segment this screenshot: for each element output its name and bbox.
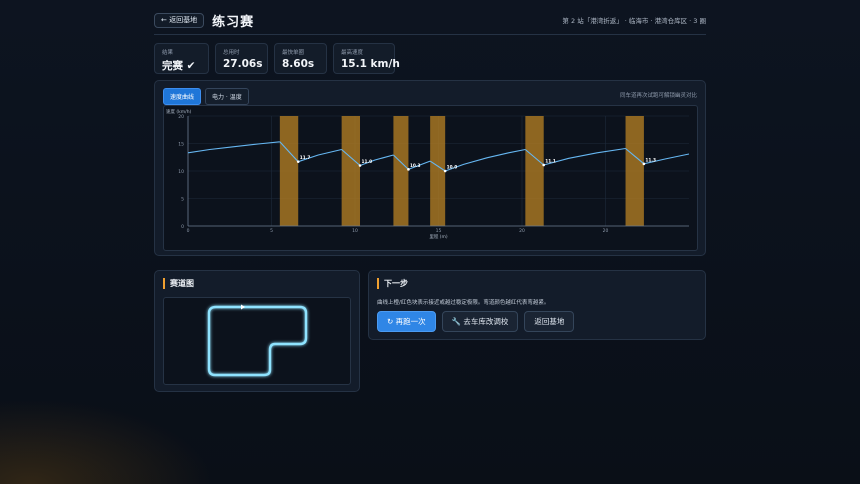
- chart-panel: 速度曲线 电力 · 温度 同车道再次试跑可解锁幽灵对比 0 5 10 15 20 0 5 10…: [154, 80, 706, 256]
- stat-result: 结果 完赛 ✔: [154, 43, 209, 74]
- page-title: 练习赛: [212, 14, 255, 30]
- speed-chart-svg: 051015200 5 10 15 20 20速度 (km/h)里程 (m)11.711.…: [166, 108, 690, 240]
- stat-total-time: 总用时 27.06s: [215, 43, 268, 74]
- stat-value: 完赛 ✔: [162, 60, 196, 72]
- x-tick-label: 0: [187, 228, 190, 234]
- x-tick-label: 10: [352, 228, 358, 234]
- next-step-title: 下一步: [377, 278, 408, 289]
- instability-band: [393, 116, 409, 226]
- min-speed-label: 11.3: [645, 157, 656, 163]
- page-header: ← 返回基地 练习赛 第 2 站「港湾折返」 · 临海市 · 港湾仓库区 · 3…: [154, 10, 706, 30]
- go-to-garage-button[interactable]: 🔧 去车库改调校: [441, 311, 519, 332]
- track-panel-title: 赛道图: [163, 278, 194, 289]
- next-step-description: 曲线上橙/红色块表示接近或越过稳定极限。弯道颜色越红代表弯越紧。: [377, 300, 550, 306]
- stats-row: 结果 完赛 ✔ 总用时 27.06s 最快单圈 8.60s 最高速度 15.1 …: [154, 43, 706, 74]
- speed-line-segment: [543, 147, 626, 166]
- min-speed-label: 11.0: [362, 159, 373, 165]
- next-step-actions: ↻ 再跑一次 🔧 去车库改调校 返回基地: [377, 311, 575, 332]
- stat-top-speed: 最高速度 15.1 km/h: [333, 43, 400, 74]
- stat-label: 结果: [162, 50, 174, 56]
- retry-button[interactable]: ↻ 再跑一次: [377, 311, 436, 332]
- track-outline: [207, 305, 308, 377]
- track-map: [163, 297, 351, 385]
- chart-hint: 同车道再次试跑可解锁幽灵对比: [619, 93, 697, 99]
- y-tick-label: 10: [178, 169, 184, 175]
- tab-speed-curve[interactable]: 速度曲线: [163, 88, 202, 105]
- instability-band: [625, 116, 644, 226]
- tab-power-temperature[interactable]: 电力 · 温度: [205, 88, 249, 105]
- y-tick-label: 0: [181, 224, 184, 230]
- min-speed-label: 11.1: [545, 158, 556, 164]
- start-arrow-icon: [241, 304, 245, 310]
- instability-band: [430, 116, 446, 226]
- x-tick-label: 20: [603, 228, 609, 234]
- min-speed-label: 10.3: [410, 163, 421, 169]
- x-tick-label: 20: [519, 228, 525, 234]
- min-speed-label: 11.7: [300, 155, 311, 161]
- x-tick-label: 15: [436, 228, 442, 234]
- stat-best-lap: 最快单圈 8.60s: [274, 43, 327, 74]
- instability-band: [279, 116, 299, 226]
- y-axis-label: 速度 (km/h): [166, 108, 192, 115]
- stat-label: 总用时: [223, 50, 240, 56]
- return-to-base-button[interactable]: 返回基地: [524, 311, 575, 332]
- race-meta: 第 2 站「港湾折返」 · 临海市 · 港湾仓库区 · 3 圈: [562, 17, 706, 25]
- chart-tabs: 速度曲线 电力 · 温度: [163, 88, 249, 105]
- next-step-panel: 下一步 曲线上橙/红色块表示接近或越过稳定极限。弯道颜色越红代表弯越紧。 ↻ 再…: [368, 270, 706, 340]
- stat-value: 27.06s: [223, 58, 263, 70]
- stat-label: 最高速度: [341, 50, 364, 56]
- back-to-base-button[interactable]: ← 返回基地: [154, 12, 205, 28]
- x-axis-label: 里程 (m): [429, 233, 448, 240]
- stat-label: 最快单圈: [282, 50, 305, 56]
- track-map-svg: [207, 304, 308, 377]
- instability-band: [341, 116, 361, 226]
- y-tick-label: 5: [181, 197, 184, 203]
- speed-chart: 0 5 10 15 20 0 5 10 15 20 20 速度 (km/h) 里程 (m) 11.7 11.…: [163, 105, 698, 251]
- stat-value: 8.60s: [282, 58, 315, 70]
- header-divider: [154, 34, 706, 35]
- track-panel: 赛道图: [154, 270, 360, 392]
- min-speed-label: 10.0: [447, 165, 458, 171]
- instability-band: [525, 116, 544, 226]
- y-tick-label: 15: [178, 142, 184, 148]
- stat-value: 15.1 km/h: [341, 58, 400, 70]
- x-tick-label: 5: [270, 228, 273, 234]
